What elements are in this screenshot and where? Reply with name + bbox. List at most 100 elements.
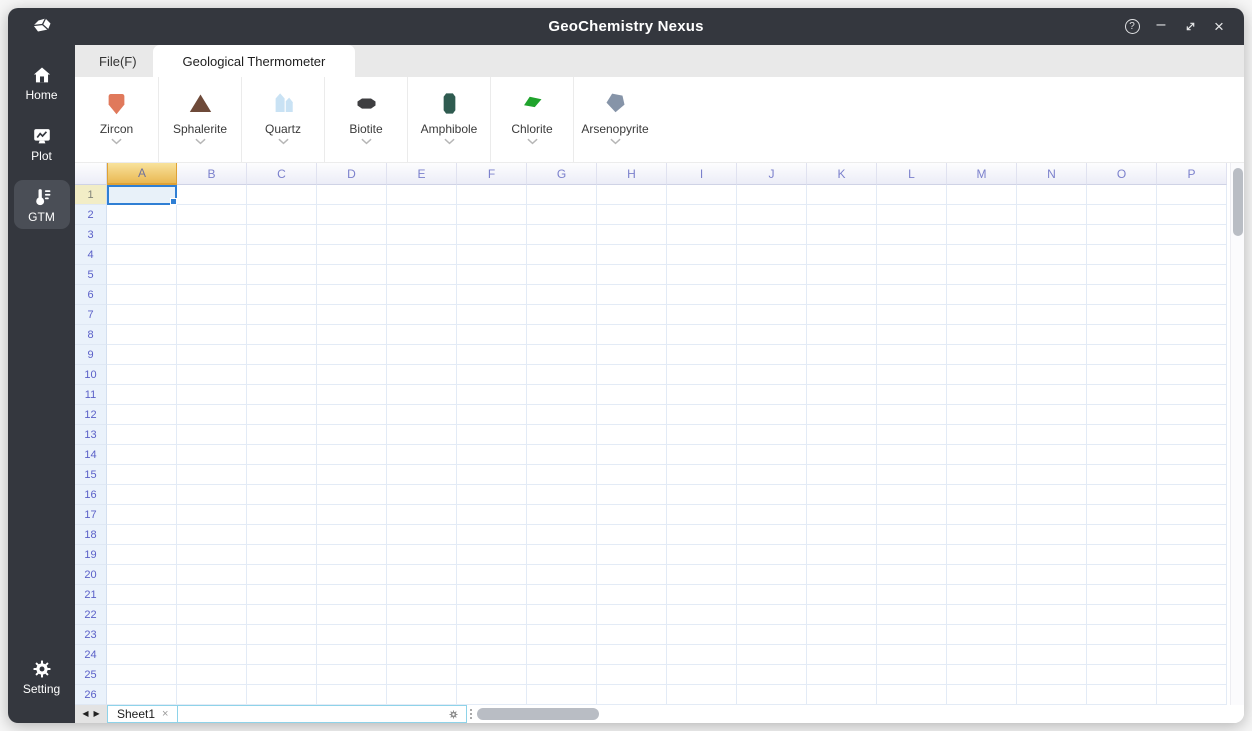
grid-cell[interactable] <box>317 265 387 285</box>
grid-cell[interactable] <box>947 585 1017 605</box>
grid-cell[interactable] <box>877 665 947 685</box>
grid-cell[interactable] <box>527 205 597 225</box>
grid-cell[interactable] <box>457 245 527 265</box>
column-header-a[interactable]: A <box>107 163 177 185</box>
select-all-corner[interactable] <box>75 163 107 185</box>
grid-cell[interactable] <box>317 345 387 365</box>
column-header-o[interactable]: O <box>1087 163 1157 185</box>
grid-cell[interactable] <box>947 445 1017 465</box>
row-header-8[interactable]: 8 <box>75 325 107 345</box>
column-header-m[interactable]: M <box>947 163 1017 185</box>
grid-cell[interactable] <box>527 185 597 205</box>
grid-cell[interactable] <box>457 465 527 485</box>
grid-cell[interactable] <box>247 505 317 525</box>
maximize-button[interactable] <box>1179 16 1201 38</box>
grid-cell[interactable] <box>1087 285 1157 305</box>
column-header-p[interactable]: P <box>1157 163 1227 185</box>
grid-cell[interactable] <box>1017 305 1087 325</box>
grid-cell[interactable] <box>527 265 597 285</box>
grid-cell[interactable] <box>107 545 177 565</box>
row-header-17[interactable]: 17 <box>75 505 107 525</box>
grid-cell[interactable] <box>1087 245 1157 265</box>
toolbar-button-arsenopyrite[interactable]: Arsenopyrite <box>573 77 656 162</box>
grid-cell[interactable] <box>737 365 807 385</box>
grid-cell[interactable] <box>807 185 877 205</box>
grid-cell[interactable] <box>807 285 877 305</box>
grid-cell[interactable] <box>597 485 667 505</box>
grid-cell[interactable] <box>667 405 737 425</box>
grid-cell[interactable] <box>667 205 737 225</box>
grid-cell[interactable] <box>597 265 667 285</box>
grid-cell[interactable] <box>737 485 807 505</box>
grid-cell[interactable] <box>667 665 737 685</box>
column-header-c[interactable]: C <box>247 163 317 185</box>
grid-cell[interactable] <box>107 625 177 645</box>
grid-cell[interactable] <box>387 685 457 705</box>
grid-cell[interactable] <box>1157 205 1227 225</box>
grid-cell[interactable] <box>527 365 597 385</box>
grid-cell[interactable] <box>387 545 457 565</box>
grid-cell[interactable] <box>877 685 947 705</box>
grid-cell[interactable] <box>947 665 1017 685</box>
grid-cell[interactable] <box>457 605 527 625</box>
grid-cell[interactable] <box>1087 585 1157 605</box>
grid-cell[interactable] <box>877 565 947 585</box>
grid-cell[interactable] <box>947 565 1017 585</box>
grid-cell[interactable] <box>247 525 317 545</box>
grid-cell[interactable] <box>527 625 597 645</box>
grid-cell[interactable] <box>807 485 877 505</box>
row-header-14[interactable]: 14 <box>75 445 107 465</box>
titlebar[interactable]: GeoChemistry Nexus ? – × <box>8 8 1244 45</box>
grid-cell[interactable] <box>107 325 177 345</box>
grid-cell[interactable] <box>457 305 527 325</box>
grid-cell[interactable] <box>1017 405 1087 425</box>
grid-cell[interactable] <box>247 585 317 605</box>
grid-cell[interactable] <box>807 265 877 285</box>
grid-cell[interactable] <box>597 305 667 325</box>
grid-cell[interactable] <box>247 385 317 405</box>
grid-cell[interactable] <box>1017 665 1087 685</box>
grid-cell[interactable] <box>947 185 1017 205</box>
grid-cell[interactable] <box>177 385 247 405</box>
grid-cell[interactable] <box>1017 185 1087 205</box>
grid-cell[interactable] <box>597 385 667 405</box>
grid-cell[interactable] <box>737 525 807 545</box>
grid-cell[interactable] <box>737 425 807 445</box>
grid-cell[interactable] <box>387 485 457 505</box>
grid-cell[interactable] <box>667 645 737 665</box>
row-header-11[interactable]: 11 <box>75 385 107 405</box>
grid-cell[interactable] <box>1157 665 1227 685</box>
grid-cell[interactable] <box>1087 665 1157 685</box>
grid-cell[interactable] <box>1087 465 1157 485</box>
grid-cell[interactable] <box>457 445 527 465</box>
grid-cell[interactable] <box>877 645 947 665</box>
row-header-13[interactable]: 13 <box>75 425 107 445</box>
grid-cell[interactable] <box>457 505 527 525</box>
grid-cell[interactable] <box>317 525 387 545</box>
grid-cell[interactable] <box>527 345 597 365</box>
grid-cell[interactable] <box>317 445 387 465</box>
grid-cell[interactable] <box>807 385 877 405</box>
grid-cell[interactable] <box>177 325 247 345</box>
grid-cell[interactable] <box>177 365 247 385</box>
row-header-10[interactable]: 10 <box>75 365 107 385</box>
row-header-18[interactable]: 18 <box>75 525 107 545</box>
grid-cell[interactable] <box>1087 505 1157 525</box>
grid-cell[interactable] <box>1087 525 1157 545</box>
grid-cell[interactable] <box>1017 345 1087 365</box>
grid-cell[interactable] <box>1087 425 1157 445</box>
grid-cell[interactable] <box>877 385 947 405</box>
grid-cell[interactable] <box>597 645 667 665</box>
grid-cell[interactable] <box>1087 565 1157 585</box>
grid-cell[interactable] <box>1157 585 1227 605</box>
row-header-20[interactable]: 20 <box>75 565 107 585</box>
grid-cell[interactable] <box>1157 565 1227 585</box>
grid-cell[interactable] <box>527 645 597 665</box>
grid-cell[interactable] <box>877 405 947 425</box>
selected-cell-A1[interactable] <box>107 185 177 205</box>
grid-cell[interactable] <box>317 185 387 205</box>
column-header-i[interactable]: I <box>667 163 737 185</box>
grid-cell[interactable] <box>1087 185 1157 205</box>
grid-cell[interactable] <box>457 385 527 405</box>
grid-cell[interactable] <box>737 245 807 265</box>
